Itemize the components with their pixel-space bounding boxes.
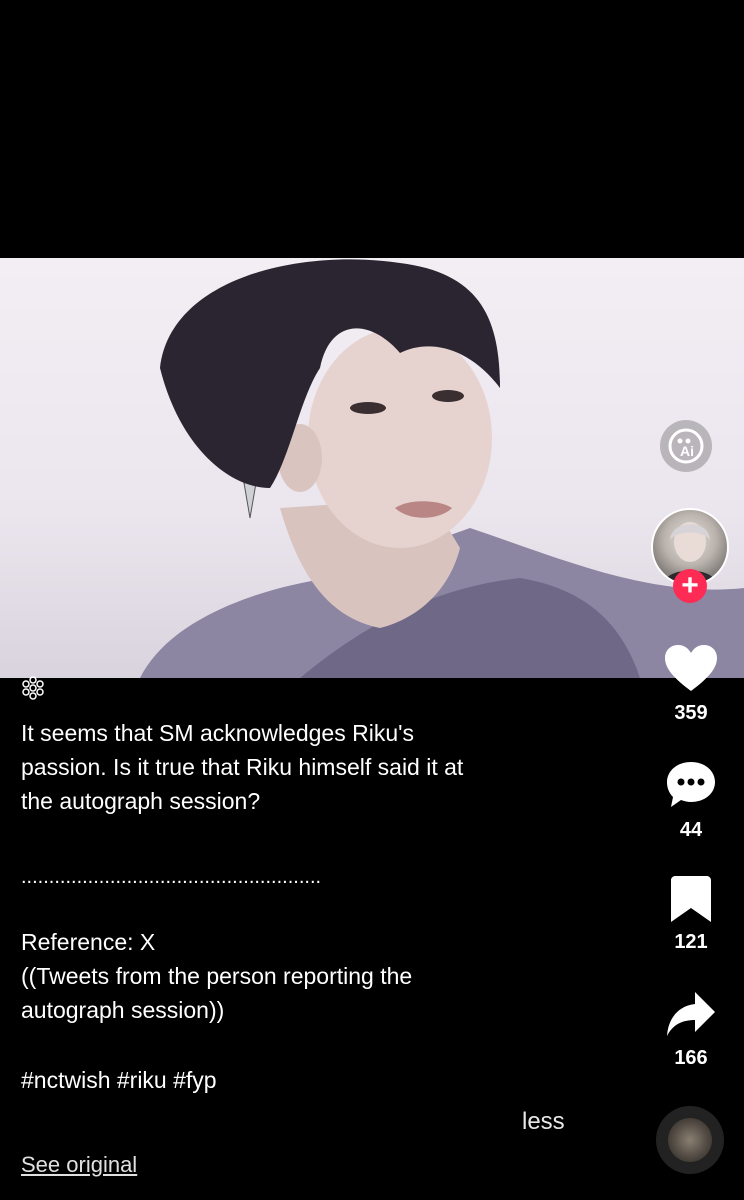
save-count: 121 — [674, 931, 708, 953]
reference-line-1: Reference: X — [21, 929, 156, 955]
video-frame[interactable] — [0, 258, 744, 678]
share-icon — [667, 992, 715, 1036]
caption-line-3: the autograph session? — [21, 788, 261, 814]
share-button[interactable]: 166 — [650, 990, 732, 1070]
snowflake-icon — [20, 675, 46, 706]
see-original-link[interactable]: See original — [21, 1152, 137, 1178]
bookmark-icon — [671, 876, 711, 922]
reference-line-2: ((Tweets from the person reporting the — [21, 963, 413, 989]
music-disc-icon[interactable] — [656, 1106, 724, 1174]
ai-button[interactable]: Ai — [660, 420, 712, 472]
comment-count: 44 — [679, 819, 703, 841]
comment-button[interactable]: 44 — [650, 760, 732, 842]
plus-icon: + — [681, 569, 699, 602]
comment-icon — [667, 762, 715, 807]
caption-line-2: passion. Is it true that Riku himself sa… — [21, 754, 464, 780]
follow-button[interactable]: + — [673, 569, 707, 603]
svg-text:Ai: Ai — [680, 443, 694, 459]
like-count: 359 — [674, 702, 708, 724]
like-button[interactable]: 359 — [650, 645, 732, 725]
music-disc-cover — [668, 1118, 712, 1162]
heart-icon — [665, 645, 717, 691]
hashtags[interactable]: #nctwish #riku #fyp — [21, 1063, 581, 1097]
less-link[interactable]: less — [522, 1108, 565, 1136]
caption-line-1: It seems that SM acknowledges Riku's — [21, 720, 414, 746]
reference-line-3: autograph session)) — [21, 997, 225, 1023]
caption-divider: ........................................… — [21, 866, 322, 888]
video-image — [140, 259, 744, 678]
save-button[interactable]: 121 — [650, 876, 732, 954]
share-count: 166 — [674, 1047, 708, 1069]
ai-icon: Ai — [668, 428, 704, 464]
